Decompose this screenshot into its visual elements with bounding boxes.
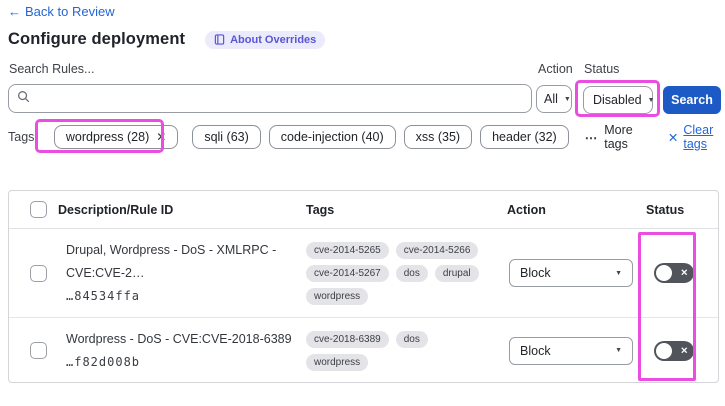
rule-tag: wordpress <box>306 287 369 305</box>
rule-tag: dos <box>395 330 428 348</box>
search-button[interactable]: Search <box>663 86 721 114</box>
action-select-value: Block <box>520 343 551 358</box>
col-header-status: Status <box>646 202 685 217</box>
action-select-value: Block <box>520 266 551 280</box>
status-filter-value: Disabled <box>593 93 642 107</box>
back-to-review-link[interactable]: ← Back to Review <box>8 4 115 19</box>
rule-description: Wordpress - DoS - CVE:CVE-2018-6389 <box>66 331 292 346</box>
back-arrow-icon: ← <box>8 4 21 19</box>
rule-id: …84534ffa <box>66 288 141 303</box>
tags-label: Tags: <box>8 130 38 144</box>
ellipsis-icon: ⋯ <box>584 130 599 145</box>
clear-tags-button[interactable]: ✕ Clear tags <box>668 123 725 151</box>
configure-deployment-page: ← Back to Review Configure deployment Abo… <box>0 0 725 406</box>
rule-tag: cve-2014-5267 <box>306 264 389 282</box>
select-all-checkbox[interactable] <box>30 201 47 218</box>
tags-filter-bar: Tags: wordpress (28) ✕ sqli (63) code-in… <box>8 123 725 151</box>
search-rules-label: Search Rules... <box>9 62 95 76</box>
rule-tag: drupal <box>434 264 479 282</box>
status-toggle[interactable]: ✕ <box>654 263 694 283</box>
table-row: Drupal, Wordpress - DoS - XMLRPC - CVE:C… <box>9 229 718 318</box>
search-icon <box>17 90 30 108</box>
tag-filter-wordpress[interactable]: wordpress (28) ✕ <box>53 125 179 149</box>
chevron-down-icon: ▼ <box>615 269 622 277</box>
action-filter-value: All <box>544 92 558 106</box>
tag-filter-label: wordpress (28) <box>65 130 150 144</box>
search-rules-input[interactable] <box>36 91 523 106</box>
toggle-knob <box>656 265 672 281</box>
rule-tag: dos <box>395 264 428 282</box>
tag-filter-sqli[interactable]: sqli (63) <box>192 125 261 149</box>
row-checkbox[interactable] <box>30 264 47 282</box>
remove-tag-icon[interactable]: ✕ <box>156 130 166 144</box>
chevron-down-icon: ▼ <box>615 347 622 354</box>
rule-tag: cve-2014-5266 <box>395 241 479 259</box>
more-tags-label: More tags <box>604 123 633 151</box>
book-icon <box>214 34 225 45</box>
tag-filter-header[interactable]: header (32) <box>480 125 569 149</box>
table-header-row: Description/Rule ID Tags Action Status <box>9 191 718 229</box>
rule-id: …f82d008b <box>66 354 141 369</box>
table-row: Wordpress - DoS - CVE:CVE-2018-6389 …f82… <box>9 318 718 383</box>
page-title: Configure deployment <box>8 30 186 48</box>
toggle-knob <box>656 342 672 359</box>
row-checkbox[interactable] <box>30 342 47 359</box>
action-select[interactable]: Block ▼ <box>509 336 633 365</box>
back-link-label: Back to Review <box>25 4 115 19</box>
col-header-action: Action <box>507 202 546 217</box>
action-select[interactable]: Block ▼ <box>509 259 633 287</box>
search-rules-input-wrap <box>8 84 532 113</box>
status-filter-dropdown[interactable]: Disabled ▼ <box>583 86 655 114</box>
toggle-off-icon: ✕ <box>680 267 688 278</box>
status-filter-label: Status <box>584 62 620 76</box>
col-header-tags: Tags <box>306 202 335 217</box>
tag-filter-xss[interactable]: xss (35) <box>403 125 473 149</box>
about-overrides-badge[interactable]: About Overrides <box>205 30 326 49</box>
rule-tag: cve-2014-5265 <box>306 241 389 259</box>
status-toggle[interactable]: ✕ <box>654 340 694 361</box>
tag-filter-code-injection[interactable]: code-injection (40) <box>268 125 396 149</box>
clear-tags-label: Clear tags <box>683 123 714 151</box>
rule-tag: wordpress <box>306 353 369 371</box>
toggle-off-icon: ✕ <box>680 345 688 355</box>
about-badge-label: About Overrides <box>230 33 317 46</box>
rule-description: Drupal, Wordpress - DoS - XMLRPC - CVE:C… <box>66 242 277 280</box>
action-filter-dropdown[interactable]: All ▼ <box>536 85 572 113</box>
action-filter-label: Action <box>538 62 573 76</box>
rule-tag: cve-2018-6389 <box>306 330 389 348</box>
chevron-down-icon: ▼ <box>647 96 655 104</box>
more-tags-button[interactable]: ⋯ More tags <box>585 123 644 151</box>
col-header-description: Description/Rule ID <box>58 202 174 217</box>
clear-x-icon: ✕ <box>667 130 679 145</box>
rules-table: Description/Rule ID Tags Action Status D… <box>8 190 719 383</box>
chevron-down-icon: ▼ <box>563 95 571 103</box>
